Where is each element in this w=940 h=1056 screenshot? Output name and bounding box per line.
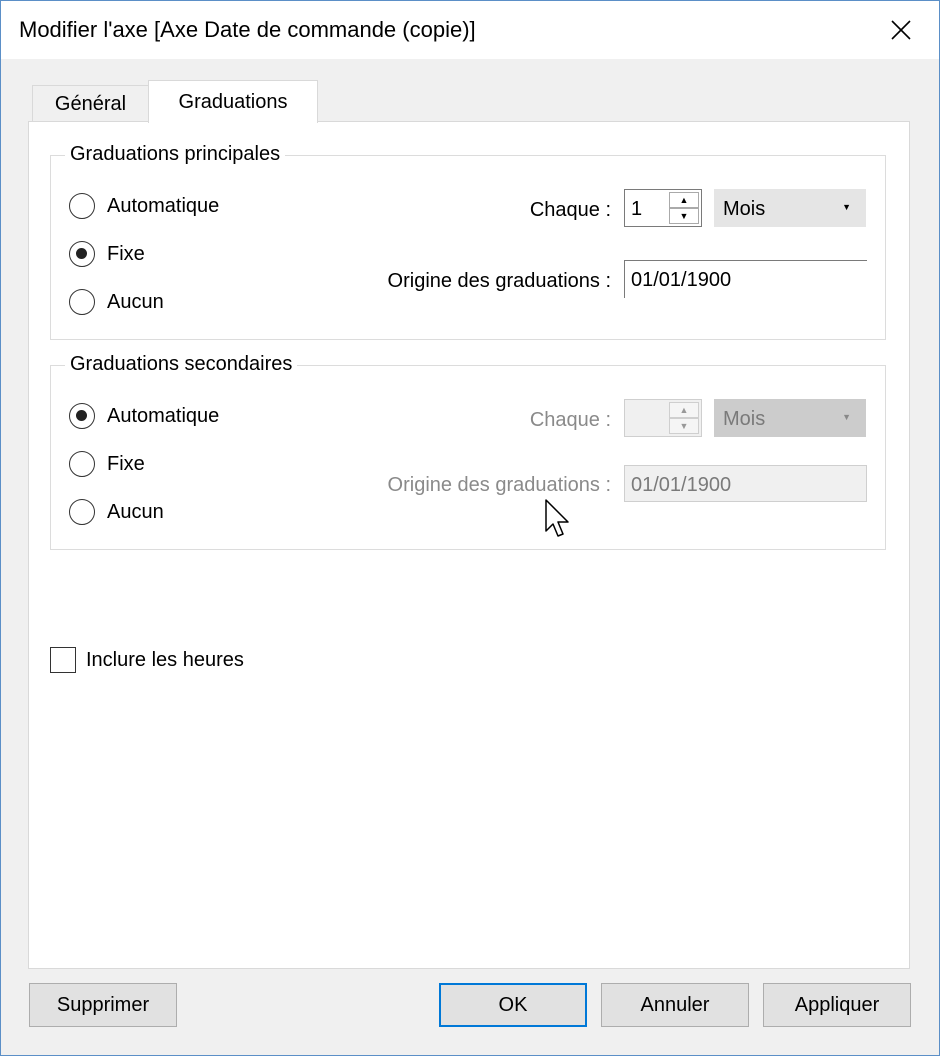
dialog-window: Modifier l'axe [Axe Date de commande (co… (0, 0, 940, 1056)
radio-button[interactable] (69, 241, 95, 267)
minor-unit-value: Mois (723, 408, 766, 430)
spin-down-icon[interactable]: ▼ (669, 208, 699, 224)
major-radio-fixed[interactable]: Fixe (69, 241, 145, 267)
minor-radio-none[interactable]: Aucun (69, 499, 164, 525)
radio-button[interactable] (69, 193, 95, 219)
spin-up-icon[interactable]: ▲ (669, 192, 699, 208)
radio-label: Aucun (107, 500, 164, 523)
minor-radio-automatic[interactable]: Automatique (69, 403, 219, 429)
major-every-label: Chaque : (529, 199, 611, 221)
tab-graduations[interactable]: Graduations (148, 80, 318, 123)
minor-radio-fixed[interactable]: Fixe (69, 451, 145, 477)
radio-label: Fixe (107, 452, 145, 475)
spin-down-icon[interactable]: ▼ (669, 418, 699, 434)
minor-origin-label: Origine des graduations : (387, 474, 611, 496)
major-every-stepper[interactable]: 1 ▲ ▼ (624, 189, 702, 227)
minor-origin-input[interactable]: 01/01/1900 (624, 465, 867, 502)
major-unit-value: Mois (723, 198, 766, 220)
ok-button[interactable]: OK (439, 983, 587, 1027)
dialog-title: Modifier l'axe [Axe Date de commande (co… (19, 17, 476, 42)
cancel-button[interactable]: Annuler (601, 983, 749, 1027)
radio-label: Automatique (107, 194, 220, 217)
major-every-value: 1 (631, 198, 643, 220)
close-icon (891, 20, 911, 40)
minor-every-stepper[interactable]: ▲ ▼ (624, 399, 702, 437)
minor-origin-value: 01/01/1900 (631, 474, 732, 496)
include-hours-label: Inclure les heures (86, 648, 244, 671)
group-minor-ticks: Graduations secondaires (50, 353, 886, 550)
radio-label: Fixe (107, 242, 145, 265)
radio-button[interactable] (69, 289, 95, 315)
chevron-down-icon: ▼ (842, 202, 851, 212)
close-button[interactable] (873, 7, 929, 53)
major-unit-select[interactable]: Mois ▼ (714, 189, 866, 227)
chevron-down-icon: ▼ (842, 412, 851, 422)
include-hours-checkbox[interactable] (50, 647, 76, 673)
radio-label: Automatique (107, 404, 220, 427)
major-origin-label: Origine des graduations : (387, 270, 611, 292)
tab-general[interactable]: Général (32, 85, 149, 123)
apply-button[interactable]: Appliquer (763, 983, 911, 1027)
mouse-pointer-icon (545, 499, 569, 537)
major-radio-none[interactable]: Aucun (69, 289, 164, 315)
spin-up-icon[interactable]: ▲ (669, 402, 699, 418)
major-origin-value: 01/01/1900 (631, 269, 732, 291)
delete-button[interactable]: Supprimer (29, 983, 177, 1027)
radio-label: Aucun (107, 290, 164, 313)
major-radio-automatic[interactable]: Automatique (69, 193, 219, 219)
group-major-legend: Graduations principales (65, 143, 286, 166)
group-major-ticks: Graduations principales (50, 143, 886, 340)
major-origin-input[interactable]: 01/01/1900 (624, 260, 867, 298)
radio-button[interactable] (69, 499, 95, 525)
radio-button[interactable] (69, 403, 95, 429)
minor-every-label: Chaque : (529, 409, 611, 431)
minor-unit-select[interactable]: Mois ▼ (714, 399, 866, 437)
tab-panel-graduations: Graduations principales Automatique Fixe… (28, 121, 910, 969)
radio-button[interactable] (69, 451, 95, 477)
group-minor-legend: Graduations secondaires (65, 353, 298, 376)
title-bar[interactable]: Modifier l'axe [Axe Date de commande (co… (1, 1, 939, 59)
include-hours-checkbox-row[interactable]: Inclure les heures (50, 647, 244, 673)
